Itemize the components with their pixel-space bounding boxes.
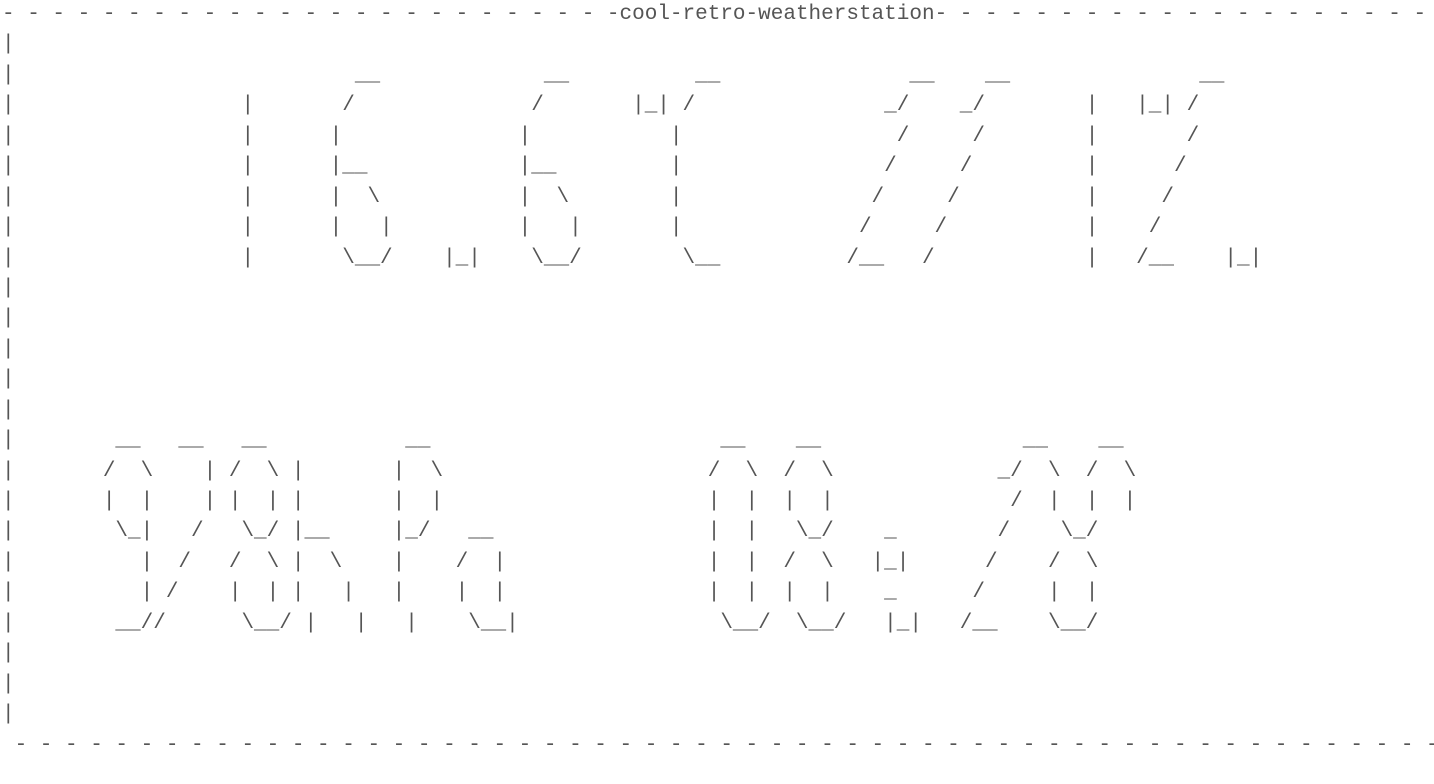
frame-bottom: - - - - - - - - - - - - - - - - - - - - … — [2, 734, 1434, 757]
ascii-row: | __ __ __ __ __ __ __ __ | — [2, 429, 1434, 452]
frame-side: | | — [2, 703, 1434, 726]
ascii-row: | __// \__/ | | | \__| \__/ \__/ |_| /__… — [2, 612, 1434, 635]
terminal-display: - - - - - - - - - - - - - - - - - - - - … — [0, 0, 1434, 761]
frame-side: | | — [2, 368, 1434, 391]
ascii-row: | | / | | | | | | | | | | | _ / | | | — [2, 581, 1434, 604]
frame-side: | | — [2, 33, 1434, 56]
frame-side: | | — [2, 307, 1434, 330]
ascii-row: | | | \ | \ | / / | / | — [2, 186, 1434, 209]
ascii-row: | | / / \ | \ | / | | | / \ |_| / / \ | — [2, 551, 1434, 574]
ascii-row: | \_| / \_/ |__ |_/ __ | | \_/ _ / \_/ | — [2, 520, 1434, 543]
ascii-row: | | \__/ |_| \__/ \__ /__ / | /__ |_| | — [2, 247, 1434, 270]
frame-top: - - - - - - - - - - - - - - - - - - - - … — [2, 3, 1434, 26]
ascii-row: | / \ | / \ | | \ / \ / \ _/ \ / \ | — [2, 460, 1434, 483]
frame-side: | | — [2, 642, 1434, 665]
ascii-row: | | | | | / / | / | — [2, 125, 1434, 148]
ascii-row: | | | | | | | / / | / | — [2, 216, 1434, 239]
frame-side: | | — [2, 673, 1434, 696]
ascii-row: | __ __ __ __ __ __ | — [2, 64, 1434, 87]
frame-side: | | — [2, 338, 1434, 361]
frame-side: | | — [2, 277, 1434, 300]
ascii-row: | | | | | | | | | | | | | / | | | | — [2, 490, 1434, 513]
ascii-row: | | |__ |__ | / / | / | — [2, 155, 1434, 178]
app-title: cool-retro-weatherstation — [620, 3, 935, 26]
ascii-row: | | / / |_| / _/ _/ | |_| / | — [2, 94, 1434, 117]
frame-side: | | — [2, 399, 1434, 422]
